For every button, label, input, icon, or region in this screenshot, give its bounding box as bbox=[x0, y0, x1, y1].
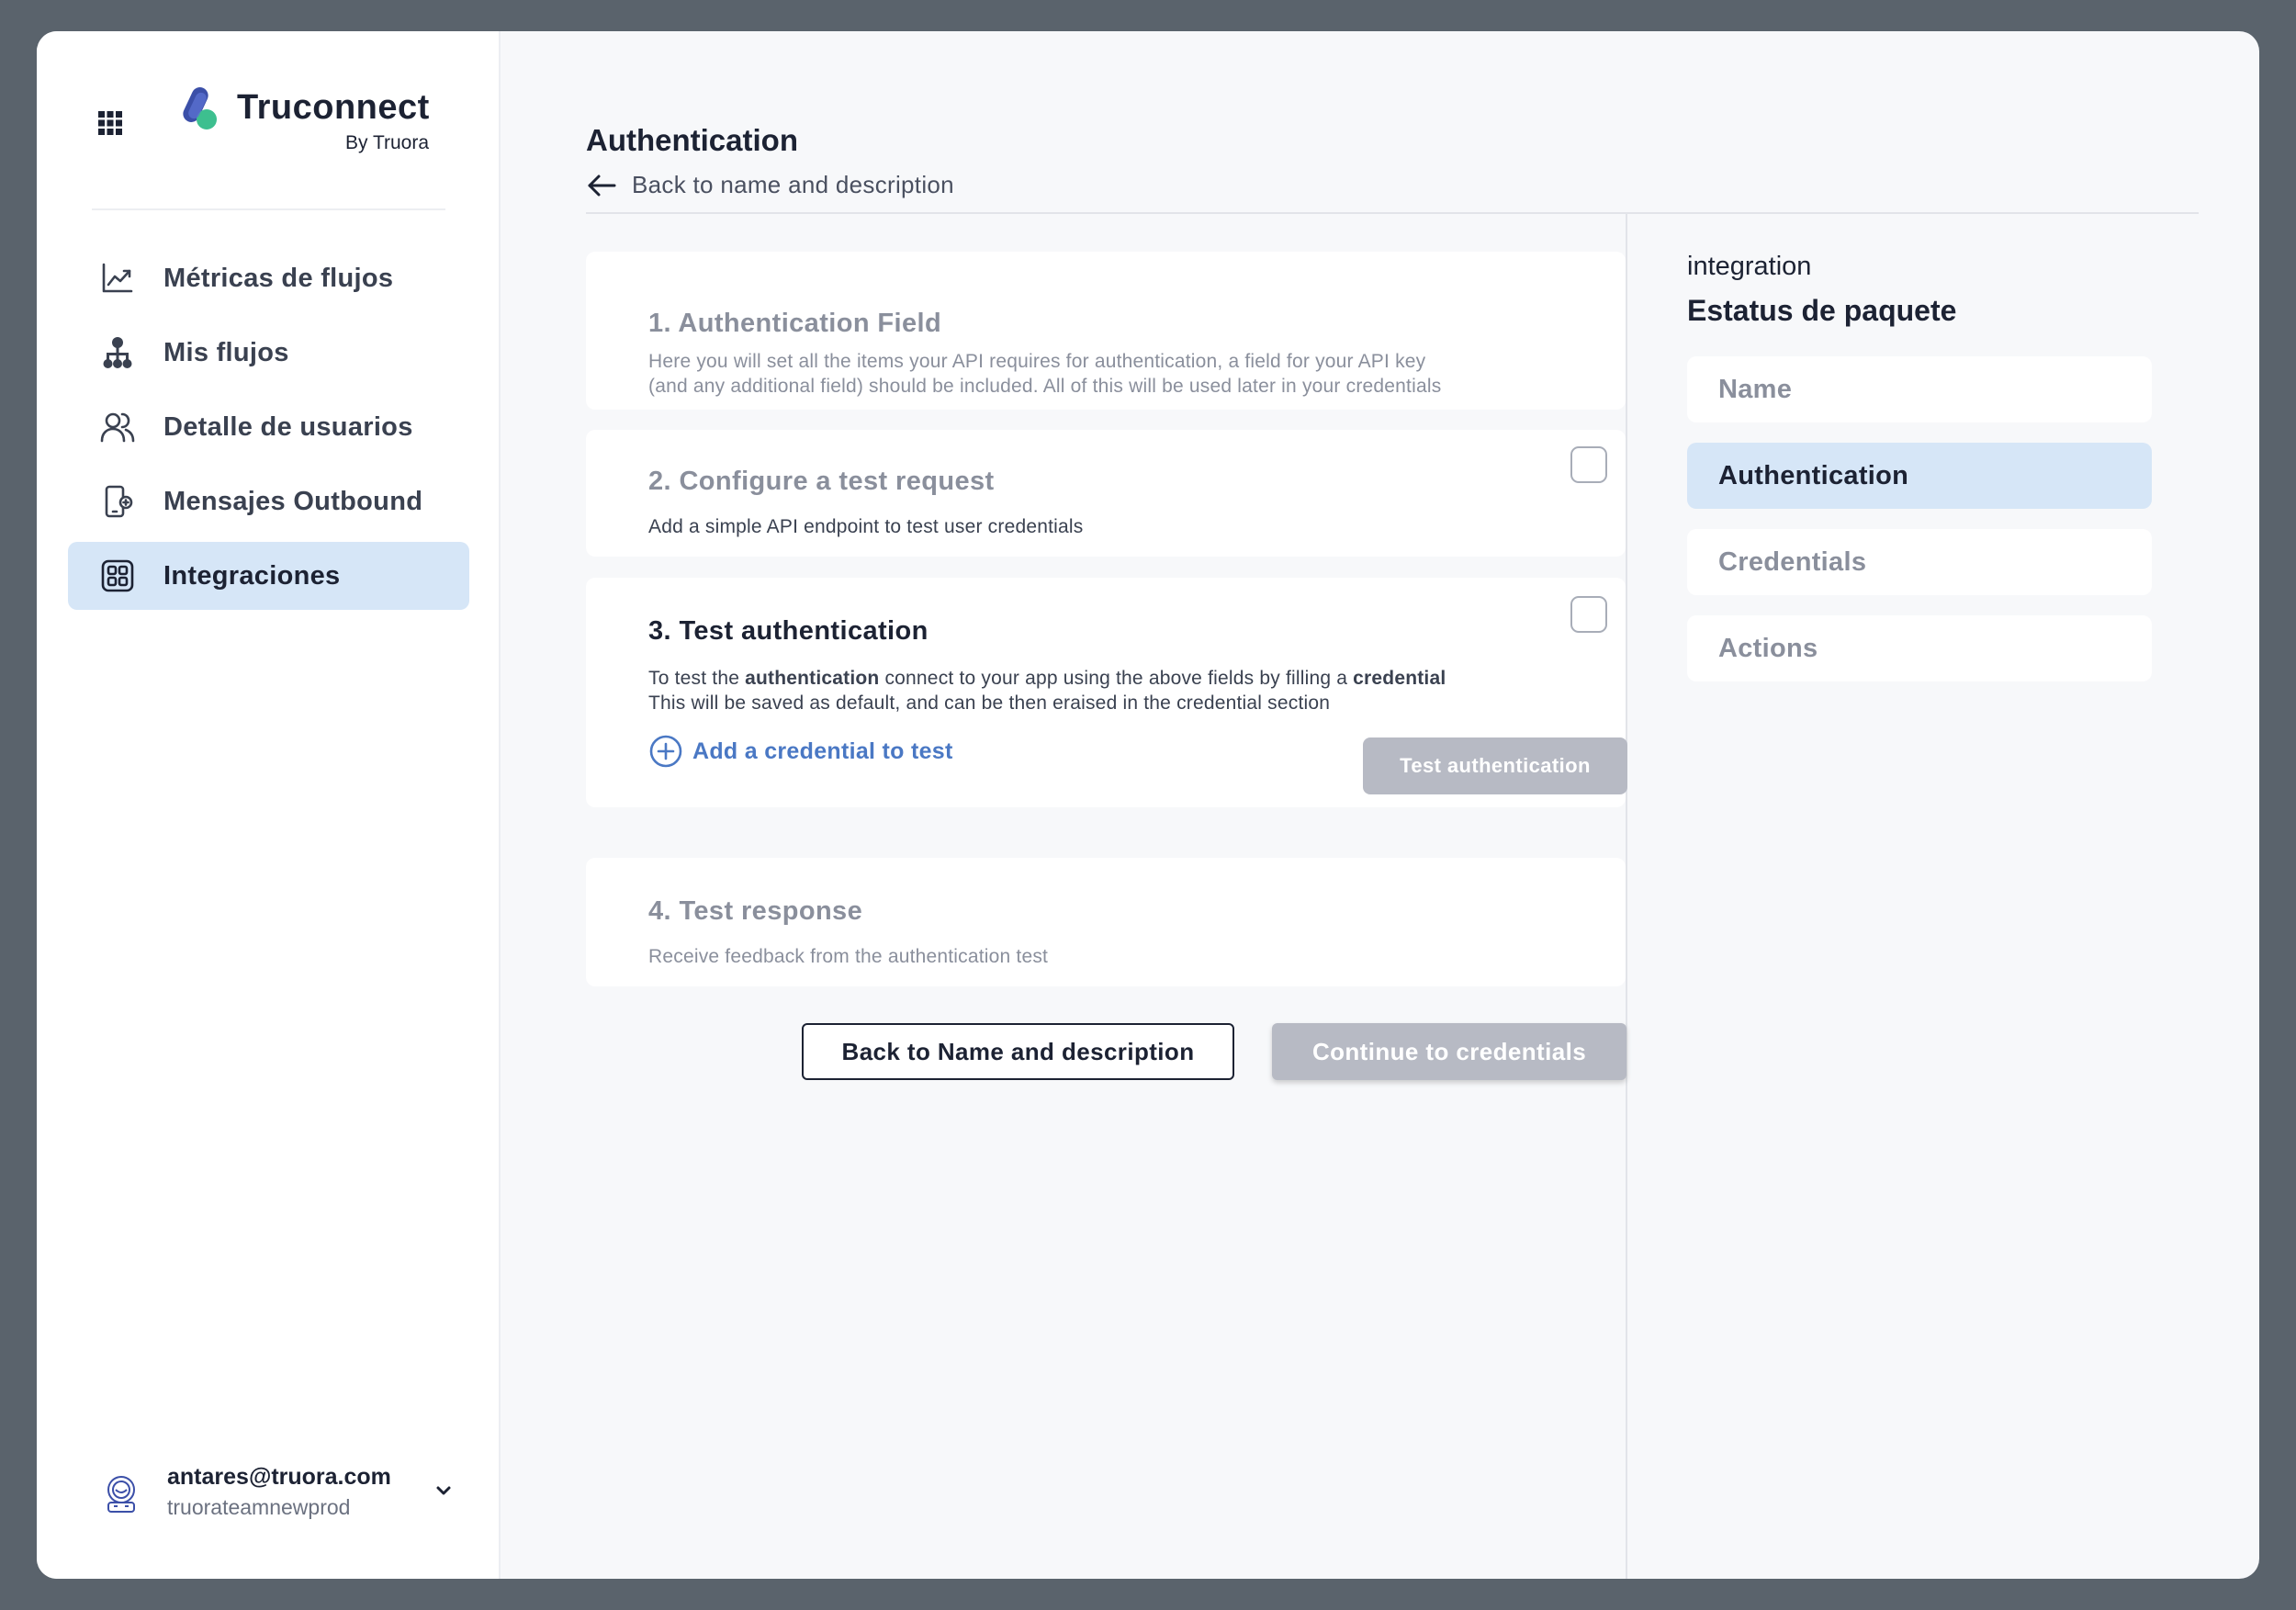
brand-subtitle: By Truora bbox=[345, 132, 430, 153]
brand-name: Truconnect bbox=[237, 88, 430, 127]
test-authentication-button[interactable]: Test authentication bbox=[1363, 737, 1627, 794]
card-description: Here you will set all the items your API… bbox=[648, 349, 1441, 399]
card-description: Add a simple API endpoint to test user c… bbox=[648, 516, 1084, 537]
sidebar-item-label: Mensajes Outbound bbox=[163, 486, 423, 516]
sidebar-item-label: Detalle de usuarios bbox=[163, 411, 413, 442]
add-credential-link[interactable]: Add a credential to test bbox=[648, 734, 953, 769]
card-description-line: (and any additional field) should be inc… bbox=[648, 376, 1442, 397]
card-title: 4. Test response bbox=[648, 896, 863, 926]
sidebar-divider bbox=[92, 208, 445, 210]
sidebar-item-label: Integraciones bbox=[163, 560, 341, 591]
plus-circle-icon bbox=[649, 735, 682, 768]
step-card-configure-request: 2. Configure a test request Add a simple… bbox=[586, 430, 1626, 557]
desc-text: To test the bbox=[648, 668, 746, 689]
header-divider bbox=[586, 212, 2199, 214]
continue-to-credentials-button[interactable]: Continue to credentials bbox=[1272, 1023, 1626, 1080]
status-step-authentication[interactable]: Authentication bbox=[1687, 443, 2152, 509]
desc-bold: authentication bbox=[745, 668, 880, 689]
users-icon bbox=[99, 409, 136, 445]
panel-label: integration bbox=[1687, 252, 1812, 281]
status-step-credentials[interactable]: Credentials bbox=[1687, 529, 2152, 595]
add-credential-label: Add a credential to test bbox=[692, 737, 953, 764]
panel-divider bbox=[1626, 213, 1627, 1579]
step-checkbox[interactable] bbox=[1570, 596, 1607, 633]
phone-message-icon bbox=[99, 483, 136, 520]
card-description-line: Here you will set all the items your API… bbox=[648, 351, 1426, 372]
sidebar-item-usuarios[interactable]: Detalle de usuarios bbox=[68, 393, 469, 461]
package-status-steps: Name Authentication Credentials Actions bbox=[1687, 356, 2152, 702]
step-card-test-response: 4. Test response Receive feedback from t… bbox=[586, 858, 1626, 986]
sidebar-item-outbound[interactable]: Mensajes Outbound bbox=[68, 467, 469, 535]
card-description-line: This will be saved as default, and can b… bbox=[648, 692, 1331, 714]
app-window: Truconnect By Truora Métricas de flujos bbox=[37, 31, 2259, 1579]
sidebar-item-label: Métricas de flujos bbox=[163, 263, 394, 293]
card-title: 2. Configure a test request bbox=[648, 467, 995, 496]
back-to-name-button[interactable]: Back to Name and description bbox=[802, 1023, 1234, 1080]
status-step-actions[interactable]: Actions bbox=[1687, 615, 2152, 681]
desc-text: connect to your app using the above fiel… bbox=[879, 668, 1354, 689]
flow-tree-icon bbox=[99, 334, 136, 371]
sidebar-item-metricas[interactable]: Métricas de flujos bbox=[68, 244, 469, 312]
user-email: antares@truora.com bbox=[167, 1464, 391, 1490]
integrations-icon bbox=[99, 557, 136, 594]
user-team: truorateamnewprod bbox=[167, 1495, 351, 1519]
status-step-name[interactable]: Name bbox=[1687, 356, 2152, 422]
step-card-authentication-field: 1. Authentication Field Here you will se… bbox=[586, 252, 1626, 410]
sidebar: Truconnect By Truora Métricas de flujos bbox=[37, 31, 501, 1579]
sidebar-item-integraciones[interactable]: Integraciones bbox=[68, 542, 469, 610]
panel-title: Estatus de paquete bbox=[1687, 294, 1957, 327]
sidebar-item-label: Mis flujos bbox=[163, 337, 289, 367]
line-chart-icon bbox=[99, 260, 136, 297]
grid-icon[interactable] bbox=[97, 110, 123, 136]
page-title: Authentication bbox=[586, 123, 798, 157]
sidebar-nav: Métricas de flujos Mis flujos Detalle de… bbox=[68, 244, 469, 616]
back-link-label: Back to name and description bbox=[632, 171, 954, 198]
astronaut-avatar-icon bbox=[101, 1473, 141, 1514]
back-link[interactable]: Back to name and description bbox=[586, 171, 954, 199]
card-title: 3. Test authentication bbox=[648, 616, 929, 646]
chevron-down-icon[interactable] bbox=[432, 1479, 456, 1503]
desc-bold: credential bbox=[1353, 668, 1446, 689]
truconnect-logo-icon bbox=[182, 84, 220, 136]
card-title: 1. Authentication Field bbox=[648, 309, 942, 338]
step-checkbox[interactable] bbox=[1570, 446, 1607, 483]
user-account[interactable]: antares@truora.com truorateamnewprod bbox=[101, 1464, 496, 1528]
card-description: Receive feedback from the authentication… bbox=[648, 946, 1049, 967]
card-description-line: To test the authentication connect to yo… bbox=[648, 666, 1446, 691]
sidebar-item-mis-flujos[interactable]: Mis flujos bbox=[68, 319, 469, 387]
arrow-left-icon bbox=[588, 175, 616, 196]
card-description: To test the authentication connect to yo… bbox=[648, 666, 1446, 715]
step-card-test-authentication: 3. Test authentication To test the authe… bbox=[586, 578, 1627, 807]
